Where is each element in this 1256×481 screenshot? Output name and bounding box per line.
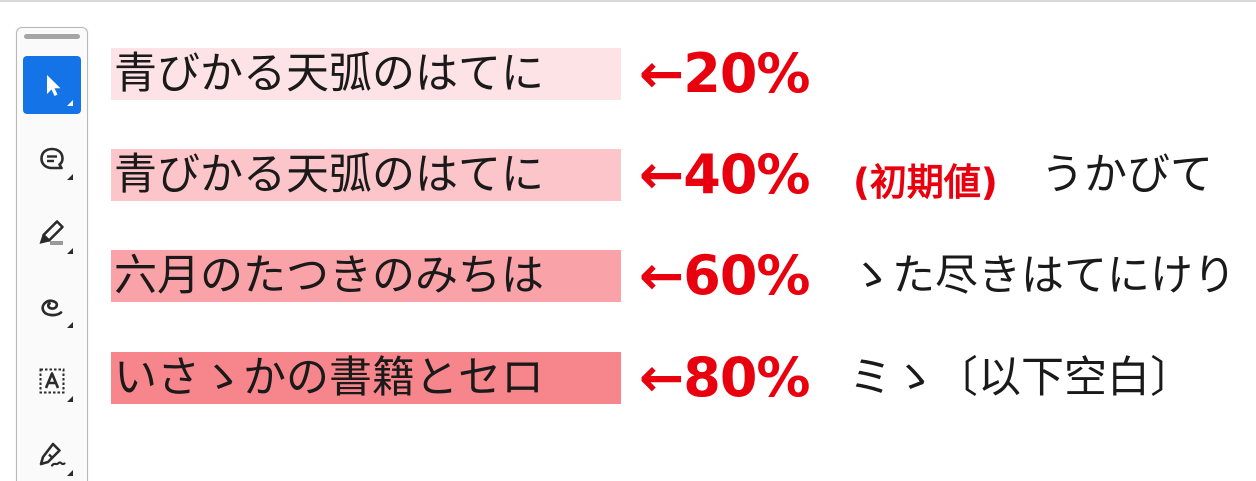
signature-tool-button[interactable] (23, 426, 81, 481)
draw-tool-button[interactable] (23, 278, 81, 336)
tool-flyout-indicator (67, 470, 73, 476)
tool-flyout-indicator (67, 100, 73, 106)
highlighted-text[interactable]: 青びかる天弧のはてに (111, 149, 621, 201)
pdf-viewer-canvas: 青びかる天弧のはてに ←20% 青びかる天弧のはてに ←40% (初期値) うか… (0, 0, 1256, 481)
tool-flyout-indicator (67, 396, 73, 402)
comment-tool-button[interactable] (23, 130, 81, 188)
opacity-label: ←20% (639, 42, 810, 105)
top-border (0, 0, 1256, 2)
tool-flyout-indicator (67, 248, 73, 254)
highlighted-text[interactable]: 青びかる天弧のはてに (111, 48, 621, 100)
highlighted-text[interactable]: いさゝかの書籍とセロ (111, 352, 621, 404)
toolbar-drag-handle[interactable] (24, 34, 80, 39)
select-tool-button[interactable] (23, 56, 81, 114)
opacity-label: ←60% (639, 244, 810, 307)
pen-signature-icon (39, 442, 66, 467)
opacity-label: ←80% (639, 346, 810, 409)
document-text-tail: ゝた尽きはてにけり (849, 251, 1236, 301)
text-box-tool-button[interactable] (23, 352, 81, 410)
highlighted-text[interactable]: 六月のたつきのみちは (111, 250, 621, 302)
tool-flyout-indicator (67, 322, 73, 328)
freehand-loop-icon (41, 299, 63, 317)
arrow-pointer-icon (47, 75, 61, 96)
default-value-note: (初期値) (853, 161, 998, 204)
document-text-tail: ミゝ〔以下空白〕 (849, 353, 1193, 403)
opacity-label: ←40% (639, 143, 810, 206)
comment-bubble-icon (40, 147, 64, 170)
tool-flyout-indicator (67, 174, 73, 180)
text-box-A-icon (39, 368, 65, 394)
annotation-toolbar (16, 27, 88, 481)
highlighter-pen-icon (39, 220, 64, 245)
document-text-tail: うかびて (1041, 150, 1213, 200)
highlight-tool-button[interactable] (23, 204, 81, 262)
